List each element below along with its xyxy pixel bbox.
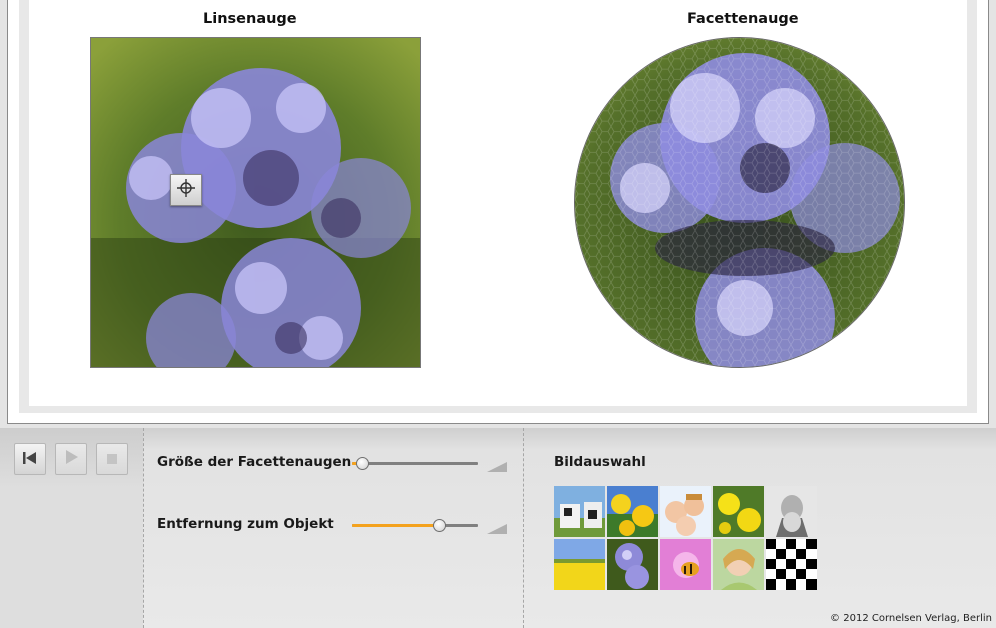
rewind-button[interactable] [14, 443, 46, 475]
size-wedge-icon [487, 457, 507, 476]
thumbnail-bee-on-flower[interactable] [660, 539, 711, 590]
play-button[interactable] [55, 443, 87, 475]
compound-eye-title: Facettenauge [687, 11, 799, 27]
divider [143, 428, 144, 628]
control-panel: Größe der Facettenaugen Entfernung zum O… [0, 428, 996, 628]
slider-thumb[interactable] [356, 457, 370, 470]
facet-size-slider[interactable] [352, 456, 478, 472]
lens-eye-title: Linsenauge [203, 11, 297, 27]
crosshair-icon [176, 178, 196, 202]
slider-thumb[interactable] [432, 519, 446, 532]
play-icon [63, 449, 79, 469]
thumbnail-dandelions[interactable] [607, 486, 658, 537]
thumbnail-old-man-portrait[interactable] [766, 486, 817, 537]
lens-eye-image[interactable] [90, 37, 421, 368]
thumbnail-yellow-flowers[interactable] [713, 486, 764, 537]
thumbnail-children[interactable] [660, 486, 711, 537]
slider-fill [352, 524, 439, 527]
facet-size-label: Größe der Facettenaugen [157, 454, 352, 470]
thumbnail-smiling-girl[interactable] [713, 539, 764, 590]
distance-label: Entfernung zum Objekt [157, 516, 334, 532]
thumbnail-purple-flower[interactable] [607, 539, 658, 590]
slider-track [352, 462, 478, 465]
size-wedge-icon [487, 519, 507, 538]
thumbnail-checkerboard[interactable] [766, 539, 817, 590]
copyright-text: © 2012 Cornelsen Verlag, Berlin [830, 613, 992, 624]
stop-button[interactable] [96, 443, 128, 475]
thumbnail-rapeseed-field[interactable] [554, 539, 605, 590]
image-gallery [554, 486, 818, 590]
distance-slider[interactable] [352, 518, 478, 534]
image-selection-title: Bildauswahl [554, 454, 646, 470]
stop-icon [106, 450, 118, 469]
compound-eye-image [574, 37, 905, 368]
thumbnail-cows[interactable] [554, 486, 605, 537]
skip-to-start-icon [22, 450, 38, 469]
divider [523, 428, 524, 628]
crosshair-handle[interactable] [170, 174, 202, 206]
